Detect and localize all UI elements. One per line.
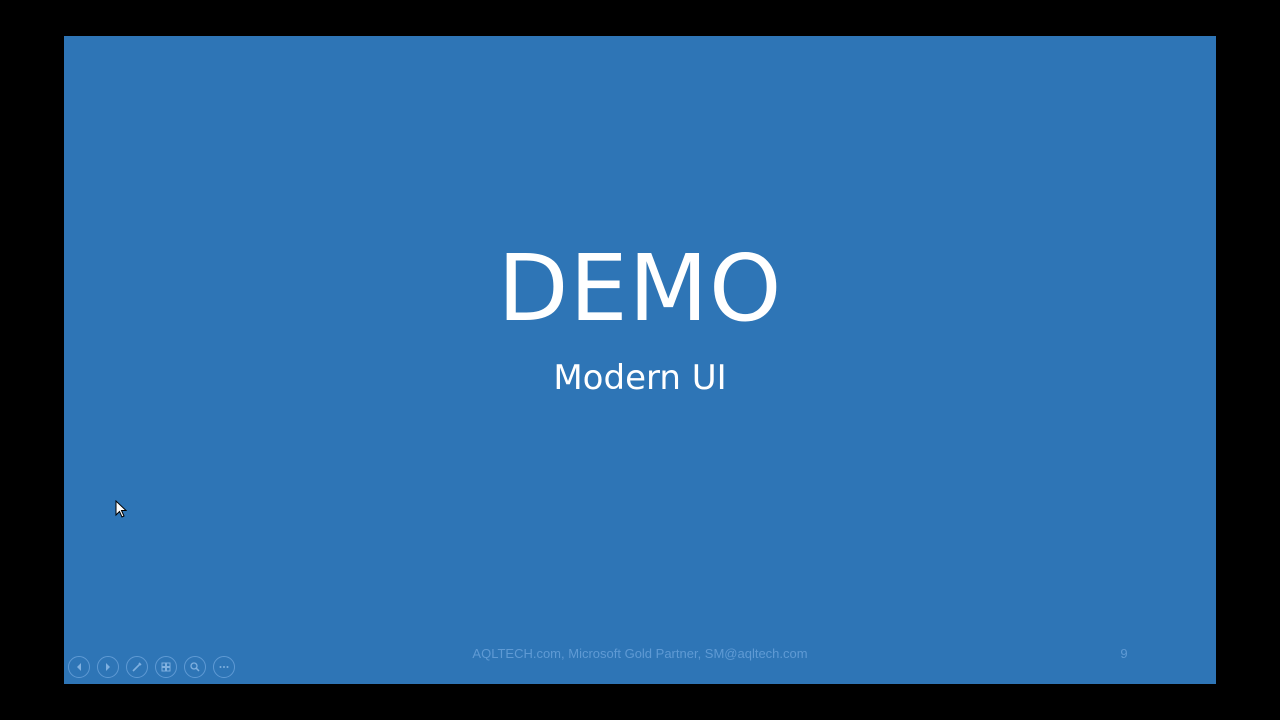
more-options-button[interactable] <box>213 656 235 678</box>
previous-slide-button[interactable] <box>68 656 90 678</box>
chevron-left-icon <box>77 663 81 671</box>
slide-footer: AQLTECH.com, Microsoft Gold Partner, SM@… <box>472 646 808 661</box>
mouse-cursor-icon <box>115 500 127 518</box>
next-slide-button[interactable] <box>97 656 119 678</box>
presenter-control-bar <box>68 656 235 680</box>
presentation-screen: DEMO Modern UI AQLTECH.com, Microsoft Go… <box>0 0 1280 720</box>
slide[interactable]: DEMO Modern UI AQLTECH.com, Microsoft Go… <box>64 36 1216 684</box>
chevron-right-icon <box>106 663 110 671</box>
pen-icon <box>132 662 142 672</box>
zoom-button[interactable] <box>184 656 206 678</box>
magnifier-icon <box>190 662 200 672</box>
see-all-slides-button[interactable] <box>155 656 177 678</box>
grid-icon <box>161 662 171 672</box>
ellipsis-icon <box>219 666 229 668</box>
slide-number: 9 <box>1120 646 1128 661</box>
slide-title: DEMO <box>497 235 783 342</box>
slide-subtitle: Modern UI <box>553 358 727 398</box>
pen-tool-button[interactable] <box>126 656 148 678</box>
